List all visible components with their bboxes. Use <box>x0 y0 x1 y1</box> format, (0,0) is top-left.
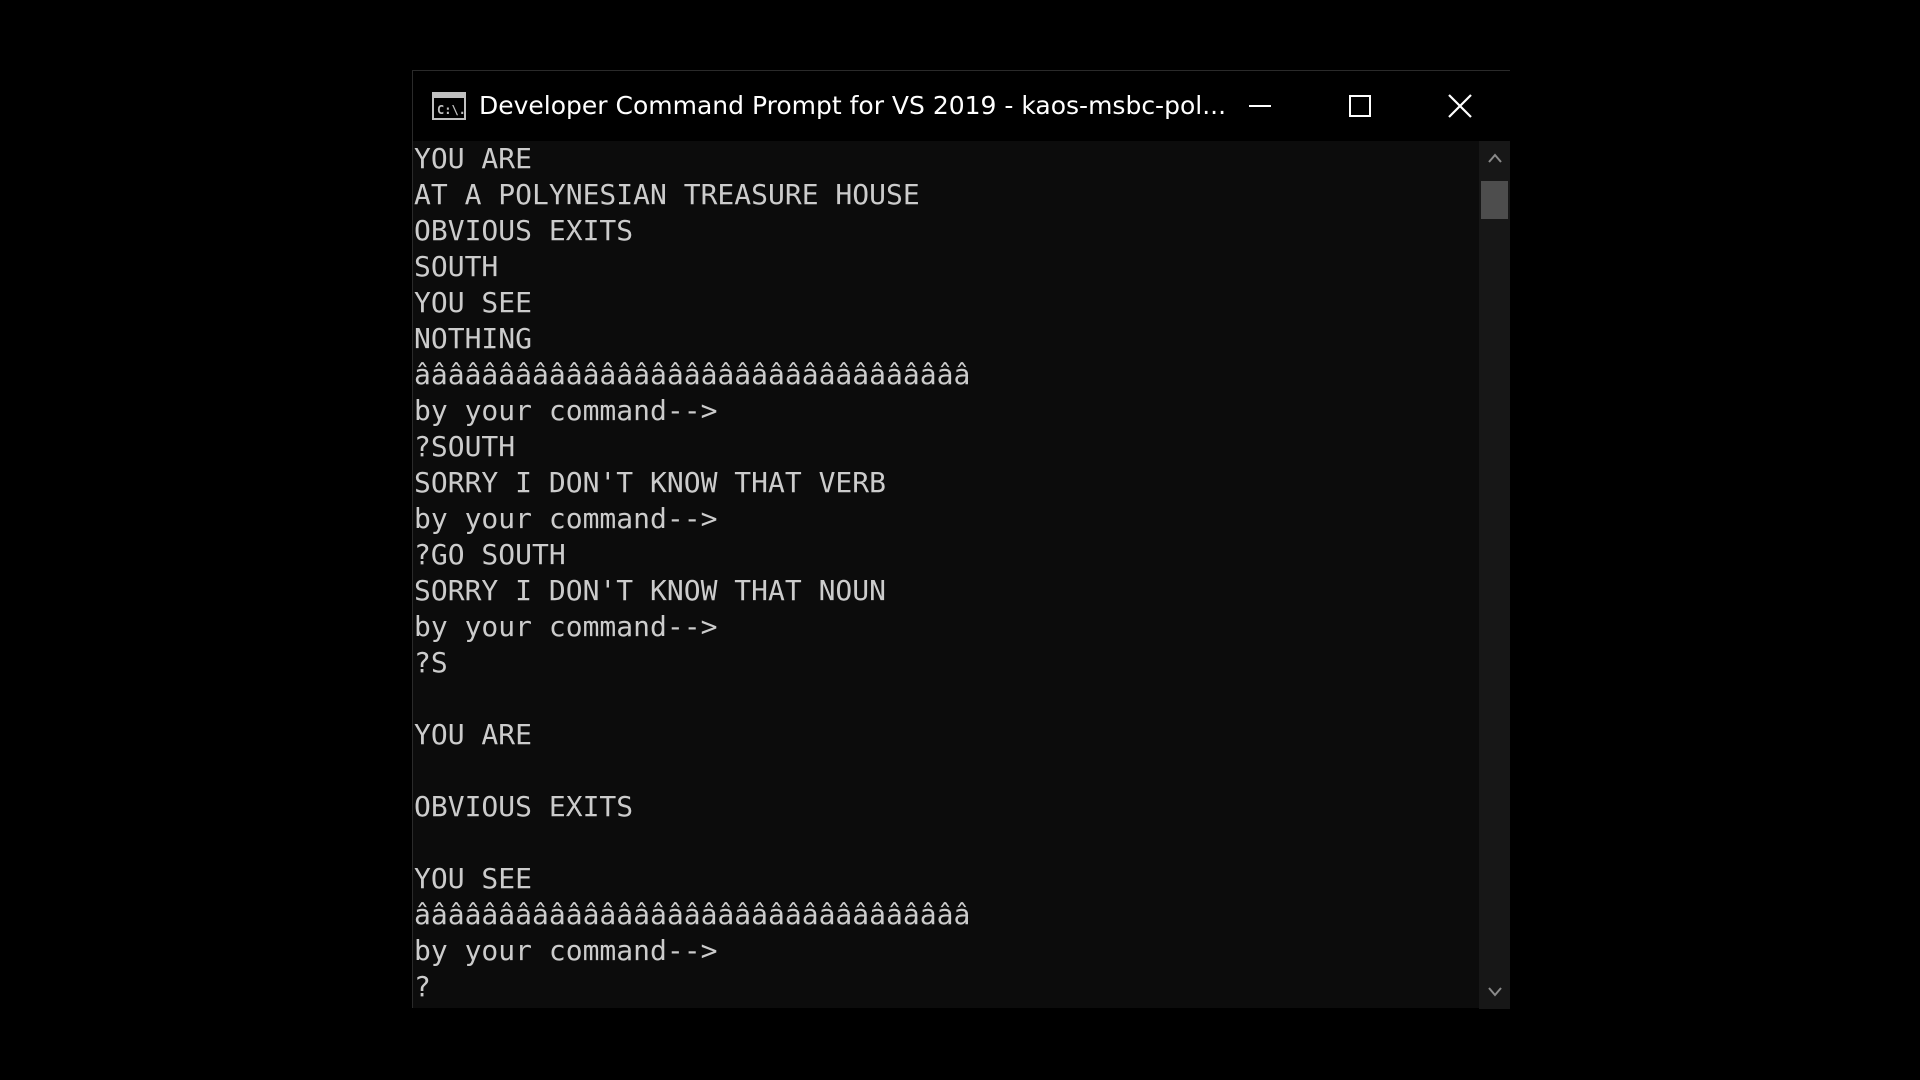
title-bar[interactable]: C:\. Developer Command Prompt for VS 201… <box>413 71 1510 141</box>
console-line: SORRY I DON'T KNOW THAT VERB <box>414 466 887 499</box>
maximize-icon <box>1349 95 1371 117</box>
console-line: OBVIOUS EXITS <box>414 214 634 247</box>
console-line: ?SOUTH <box>414 430 516 463</box>
vertical-scrollbar[interactable] <box>1479 141 1510 1009</box>
console-line: SOUTH <box>414 250 499 283</box>
console-line: YOU ARE <box>414 718 533 751</box>
console-line: OBVIOUS EXITS <box>414 790 634 823</box>
console-line: YOU SEE <box>414 862 533 895</box>
console-line: âââââââââââââââââââââââââââââââââ <box>414 358 971 391</box>
scroll-thumb[interactable] <box>1481 181 1508 219</box>
cmd-icon[interactable]: C:\. <box>432 92 466 120</box>
console-line: SORRY I DON'T KNOW THAT NOUN <box>414 574 887 607</box>
console-line: YOU SEE <box>414 286 533 319</box>
chevron-down-icon <box>1487 987 1502 997</box>
minimize-button[interactable] <box>1210 71 1310 141</box>
minimize-icon <box>1249 105 1271 107</box>
console-line: by your command--> <box>414 610 718 643</box>
maximize-button[interactable] <box>1310 71 1410 141</box>
console-line: ?S <box>414 646 448 679</box>
console-line: ?GO SOUTH <box>414 538 566 571</box>
console-line: âââââââââââââââââââââââââââââââââ <box>414 898 971 931</box>
console-line: NOTHING <box>414 322 533 355</box>
console-line: AT A POLYNESIAN TREASURE HOUSE <box>414 178 920 211</box>
console-line: by your command--> <box>414 394 718 427</box>
console-line: YOU ARE <box>414 142 533 175</box>
console-output[interactable]: YOU ARE AT A POLYNESIAN TREASURE HOUSE OBV… <box>413 141 1479 1009</box>
cmd-icon-label: C:\. <box>437 103 466 117</box>
window-title: Developer Command Prompt for VS 2019 - k… <box>479 91 1227 120</box>
scroll-up-button[interactable] <box>1479 141 1510 175</box>
close-button[interactable] <box>1410 71 1510 141</box>
console-line: ? <box>414 970 431 1003</box>
scroll-down-button[interactable] <box>1479 975 1510 1009</box>
chevron-up-icon <box>1487 153 1502 163</box>
console-line: by your command--> <box>414 502 718 535</box>
close-icon <box>1448 94 1472 118</box>
console-window: C:\. Developer Command Prompt for VS 201… <box>412 70 1510 1009</box>
console-line: by your command--> <box>414 934 718 967</box>
